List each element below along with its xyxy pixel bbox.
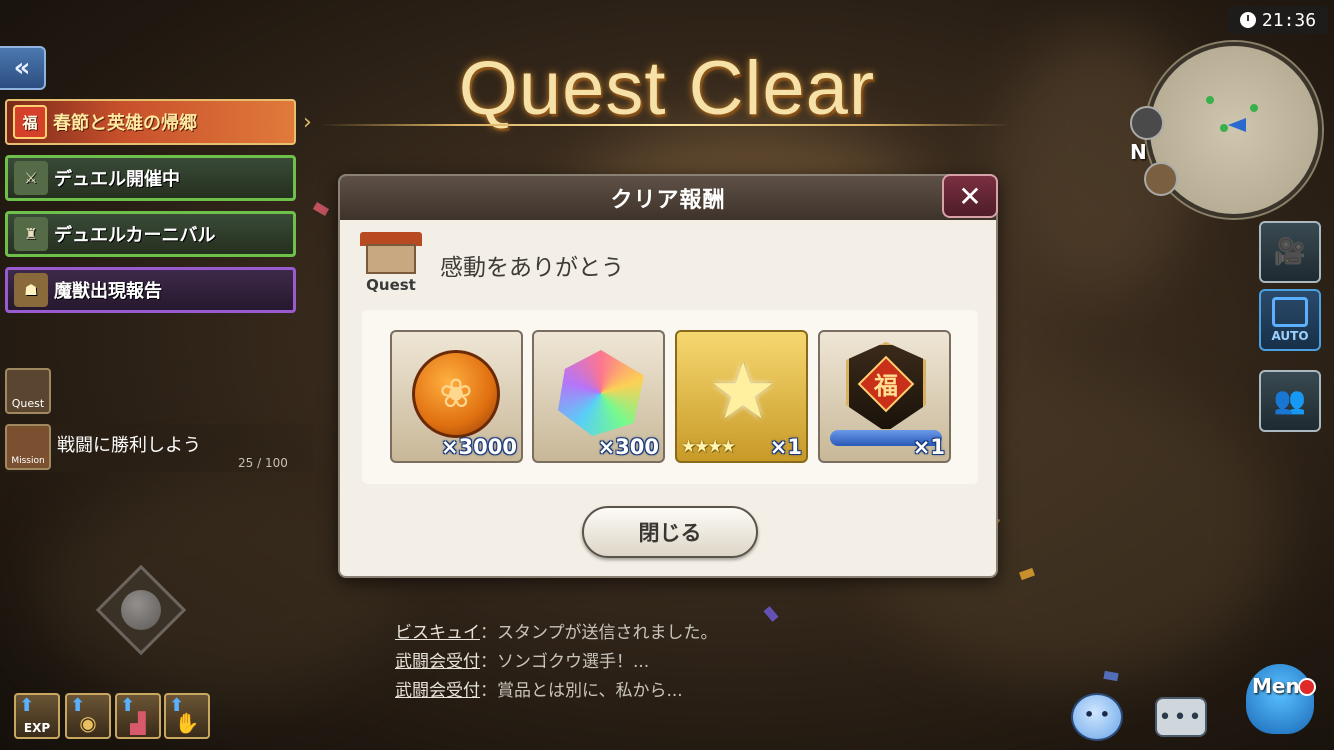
- exp-boost-button[interactable]: ⬆ EXP: [14, 693, 60, 739]
- arrow-up-icon: ⬆: [70, 695, 86, 716]
- reward-quantity: ×300: [597, 435, 659, 459]
- player-marker-icon: [1228, 118, 1246, 132]
- mission-tile[interactable]: Mission: [5, 424, 51, 470]
- confetti: [763, 606, 779, 622]
- chat-sender[interactable]: ビスキュイ: [395, 623, 480, 643]
- emote-button[interactable]: [1068, 690, 1126, 744]
- clock-icon: [1239, 12, 1256, 28]
- group-icon: 👥: [1273, 386, 1307, 416]
- double-chevron-left-icon: «: [13, 53, 31, 83]
- map-marker: [1206, 96, 1214, 104]
- notification-badge: [1298, 678, 1316, 696]
- event-label: デュエルカーニバル: [54, 225, 216, 246]
- event-label: デュエル開催中: [54, 169, 180, 190]
- event-label: 春節と英雄の帰郷: [53, 113, 197, 134]
- map-marker: [1220, 124, 1228, 132]
- star-gem-icon: ★: [708, 347, 778, 437]
- gold-knot-coin-icon: ❀: [412, 350, 500, 438]
- chat-line: ビスキュイ：スタンプが送信されました。: [395, 618, 718, 643]
- arrow-up-icon: ⬆: [169, 695, 185, 716]
- arrow-up-icon: ⬆: [19, 695, 35, 716]
- event-label: 魔獣出現報告: [54, 281, 162, 302]
- reward-item[interactable]: ❀ ×3000: [390, 330, 523, 463]
- quest-clear-title: Quest Clear: [458, 46, 876, 131]
- reward-dialog: クリア報酬 Quest 感動をありがとう ❀ ×3000 ×300 ★ ★★★★…: [338, 174, 998, 578]
- mission-progress: 25 / 100: [238, 456, 288, 470]
- hand-boost-button[interactable]: ⬆ ✋: [164, 693, 210, 739]
- close-dialog-button[interactable]: 閉じる: [582, 506, 758, 558]
- arrow-up-icon: ⬆: [120, 695, 136, 716]
- chat-text: ：スタンプが送信されました。: [480, 623, 718, 643]
- video-camera-icon: 🎥: [1273, 237, 1307, 267]
- chat-button[interactable]: •••: [1152, 690, 1210, 744]
- rarity-stars: ★★★★: [681, 437, 736, 457]
- confetti: [312, 202, 330, 216]
- auto-button[interactable]: AUTO: [1259, 289, 1321, 351]
- event-banner-duel-carnival[interactable]: ♜ デュエルカーニバル: [5, 211, 296, 257]
- map-character-button[interactable]: [1144, 162, 1178, 196]
- movement-joystick[interactable]: [94, 563, 188, 657]
- event-banner-duel[interactable]: ⚔ デュエル開催中: [5, 155, 296, 201]
- exp-label: EXP: [23, 721, 51, 735]
- menu-button[interactable]: Menu: [1236, 660, 1332, 748]
- party-button[interactable]: 👥: [1259, 370, 1321, 432]
- auto-label: AUTO: [1271, 329, 1309, 343]
- clock-time: 21:36: [1261, 9, 1317, 31]
- event-banner-spring-festival[interactable]: 福 春節と英雄の帰郷: [5, 99, 296, 145]
- tower-icon: ♜: [14, 217, 48, 251]
- joystick-knob[interactable]: [121, 590, 161, 630]
- dialog-header: クリア報酬: [340, 176, 996, 220]
- chat-text: ：ソンゴクウ選手！...: [480, 652, 650, 672]
- compass-north: N: [1130, 140, 1147, 164]
- rainbow-crystal-icon: [558, 350, 644, 436]
- quest-board-label: Quest: [366, 276, 416, 294]
- mission-tile-label: Mission: [11, 456, 45, 466]
- dialog-message: 感動をありがとう: [440, 255, 624, 281]
- quest-board-icon: Quest: [358, 232, 424, 298]
- mission-text: 戦闘に勝利しよう: [57, 435, 201, 456]
- emblem-glyph: 福: [874, 372, 898, 400]
- chat-bubble-icon: •••: [1155, 697, 1207, 737]
- map-marker: [1250, 104, 1258, 112]
- reward-item[interactable]: ×300: [532, 330, 665, 463]
- auto-icon: [1272, 297, 1308, 327]
- chat-line: 武闘会受付：賞品とは別に、私から...: [395, 676, 683, 701]
- event-banner-beast-report[interactable]: ☗ 魔獣出現報告: [5, 267, 296, 313]
- skill-boost-button[interactable]: ⬆ ◉: [65, 693, 111, 739]
- chat-text: ：賞品とは別に、私から...: [480, 681, 683, 701]
- chat-sender[interactable]: 武闘会受付: [395, 681, 480, 701]
- reward-quantity: ×3000: [440, 435, 517, 459]
- reward-quantity: ×1: [912, 435, 945, 459]
- reward-quantity: ×1: [769, 435, 802, 459]
- close-icon[interactable]: ✕: [942, 174, 998, 218]
- clock: 21:36: [1228, 6, 1328, 34]
- chat-line: 武闘会受付：ソンゴクウ選手！...: [395, 647, 649, 672]
- title-divider: [320, 124, 1010, 126]
- beast-mask-icon: ☗: [14, 273, 48, 307]
- fortune-icon: 福: [13, 105, 47, 139]
- quest-tile[interactable]: Quest: [5, 368, 51, 414]
- chat-sender[interactable]: 武闘会受付: [395, 652, 480, 672]
- chevron-right-icon: ›: [303, 110, 312, 135]
- confetti: [1103, 670, 1119, 682]
- map-settings-button[interactable]: [1130, 106, 1164, 140]
- quest-tile-label: Quest: [11, 397, 45, 410]
- back-button[interactable]: «: [0, 46, 46, 90]
- swords-icon: ⚔: [14, 161, 48, 195]
- reward-item[interactable]: ★ ★★★★ ×1: [675, 330, 808, 463]
- quest-board-panel: [366, 244, 416, 274]
- reward-item[interactable]: 福 ×1: [818, 330, 951, 463]
- smiley-face-icon: [1071, 693, 1123, 741]
- camera-button[interactable]: 🎥: [1259, 221, 1321, 283]
- boots-boost-button[interactable]: ⬆ ▟: [115, 693, 161, 739]
